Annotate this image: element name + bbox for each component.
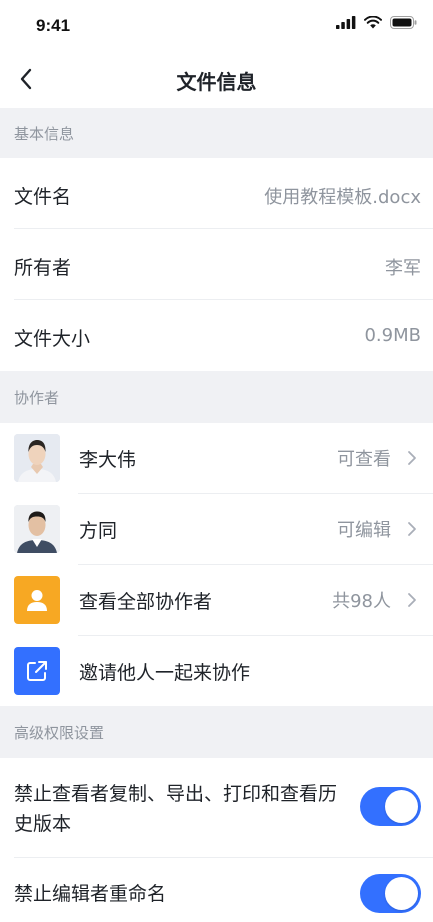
person-icon [27, 590, 47, 611]
section-header-collaborators: 协作者 [0, 371, 433, 423]
collaborator-permission: 可查看 [337, 449, 391, 470]
signal-icon [336, 16, 356, 29]
collaborator-permission: 可编辑 [337, 520, 391, 541]
owner-row: 所有者 李军 [0, 229, 433, 300]
file-size-row: 文件大小 0.9MB [0, 300, 433, 371]
invite-tile [14, 647, 60, 695]
navigation-bar: 文件信息 [0, 50, 433, 108]
collaborator-row[interactable]: 李大伟 可查看 [0, 423, 433, 494]
permission-setting-label: 禁止编辑者重命名 [14, 883, 167, 905]
avatar-portrait-icon [14, 434, 60, 482]
section-header-advanced: 高级权限设置 [0, 706, 433, 758]
avatar [14, 434, 60, 482]
section-header-basic-info: 基本信息 [0, 108, 433, 158]
permission-setting-row: 禁止查看者复制、导出、打印和查看历史版本 [0, 758, 433, 858]
permission-toggle[interactable] [360, 787, 421, 826]
chevron-right-icon [408, 593, 416, 607]
avatar [14, 505, 60, 553]
toggle-knob [385, 790, 418, 823]
view-all-collaborators-row[interactable]: 查看全部协作者 共98人 [0, 565, 433, 636]
wifi-icon [364, 16, 382, 29]
owner-label: 所有者 [14, 257, 72, 279]
status-icons [336, 16, 417, 29]
file-name-value: 使用教程模板.docx [264, 187, 421, 208]
invite-label: 邀请他人一起来协作 [79, 662, 251, 684]
collaborator-row[interactable]: 方同 可编辑 [0, 494, 433, 565]
collaborator-name: 李大伟 [79, 449, 137, 471]
file-info-screen: 9:41 文件信息 基本信息 文件名 使用教程模板.docx 所有者 李军 文件… [0, 0, 433, 922]
collaborator-name: 方同 [79, 520, 118, 542]
battery-icon [390, 16, 417, 29]
chevron-right-icon [408, 451, 416, 465]
file-size-value: 0.9MB [364, 325, 421, 346]
view-all-label: 查看全部协作者 [79, 591, 213, 613]
avatar-portrait-icon [14, 505, 60, 553]
collaborator-count: 共98人 [332, 591, 391, 612]
status-bar: 9:41 [0, 0, 433, 50]
permission-setting-row: 禁止编辑者重命名 [0, 858, 433, 922]
file-name-label: 文件名 [14, 186, 72, 208]
view-all-tile [14, 576, 60, 624]
invite-collaborators-row[interactable]: 邀请他人一起来协作 [0, 636, 433, 706]
file-size-label: 文件大小 [14, 328, 91, 350]
file-name-row: 文件名 使用教程模板.docx [0, 158, 433, 229]
status-time: 9:41 [36, 16, 71, 35]
toggle-knob [385, 877, 418, 910]
permission-toggle[interactable] [360, 874, 421, 913]
owner-value: 李军 [385, 258, 421, 279]
share-icon [27, 661, 47, 681]
chevron-right-icon [408, 522, 416, 536]
permission-setting-label: 禁止查看者复制、导出、打印和查看历史版本 [14, 783, 338, 835]
page-title: 文件信息 [176, 70, 257, 94]
